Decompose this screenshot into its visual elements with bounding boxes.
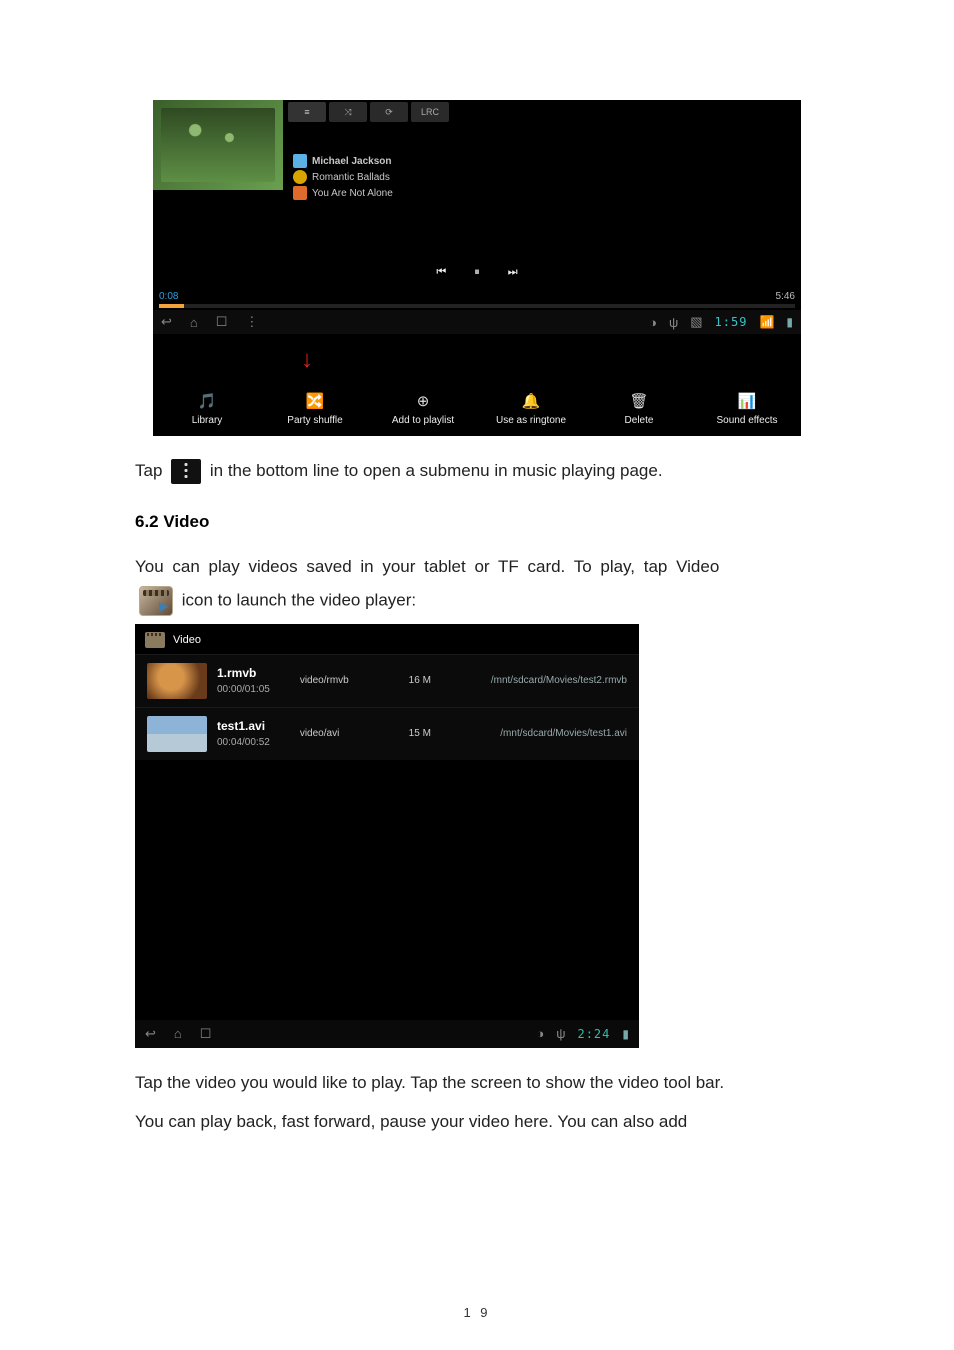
video-app-header: Video bbox=[135, 624, 639, 654]
pointer-arrow: ↓ bbox=[301, 354, 801, 366]
submenu-fx-label: Sound effects bbox=[717, 415, 778, 426]
artist-icon bbox=[293, 154, 307, 168]
submenu-library-label: Library bbox=[192, 415, 223, 426]
music-submenu: 🎵 Library 🔀 Party shuffle ⊕ Add to playl… bbox=[153, 381, 801, 436]
video-duration: 00:00/01:05 bbox=[217, 684, 270, 695]
heading-video: 6.2 Video bbox=[135, 512, 819, 532]
back-icon[interactable]: ↩ bbox=[161, 314, 172, 330]
tab-list-icon[interactable]: ≡ bbox=[288, 102, 326, 122]
track-icon bbox=[293, 186, 307, 200]
paragraph-video-launch: icon to launch the video player: bbox=[135, 586, 819, 616]
add-playlist-icon: ⊕ bbox=[413, 391, 433, 411]
status-sd-icon: ◑ bbox=[536, 1026, 544, 1041]
overflow-icon[interactable]: ⋮ bbox=[245, 314, 258, 330]
recents-icon[interactable]: ☐ bbox=[200, 1026, 212, 1042]
transport-controls: ⏮ ⏸ ⏭ bbox=[153, 266, 801, 285]
next-button[interactable]: ⏭ bbox=[508, 266, 518, 279]
overflow-icon-inline bbox=[171, 459, 201, 484]
status-usb-icon: ψ bbox=[556, 1026, 565, 1041]
submenu-party-shuffle[interactable]: 🔀 Party shuffle bbox=[261, 381, 369, 436]
battery-icon: ▮ bbox=[622, 1027, 629, 1041]
prev-button[interactable]: ⏮ bbox=[436, 266, 446, 279]
recents-icon[interactable]: ☐ bbox=[216, 314, 228, 330]
home-icon[interactable]: ⌂ bbox=[174, 1026, 182, 1041]
page-number: 1 9 bbox=[0, 1305, 954, 1320]
status-debug-icon: ▧ bbox=[690, 314, 702, 330]
party-shuffle-icon: 🔀 bbox=[305, 391, 325, 411]
tab-shuffle-icon[interactable]: ⤨ bbox=[329, 102, 367, 122]
status-usb-icon: ψ bbox=[669, 315, 678, 330]
track-metadata: Michael Jackson Romantic Ballads You Are… bbox=[293, 130, 393, 202]
paragraph-tap-video: Tap the video you would like to play. Ta… bbox=[135, 1070, 819, 1096]
video-header-icon bbox=[145, 632, 165, 648]
time-total: 5:46 bbox=[776, 291, 795, 302]
paragraph-playback: You can play back, fast forward, pause y… bbox=[135, 1109, 819, 1135]
submenu-ring-label: Use as ringtone bbox=[496, 415, 566, 426]
album-icon bbox=[293, 170, 307, 184]
equalizer-icon: 📊 bbox=[737, 391, 757, 411]
album-name: Romantic Ballads bbox=[312, 172, 390, 183]
back-icon[interactable]: ↩ bbox=[145, 1026, 156, 1042]
tab-repeat-icon[interactable]: ⟳ bbox=[370, 102, 408, 122]
video-row[interactable]: 1.rmvb 00:00/01:05 video/rmvb 16 M /mnt/… bbox=[135, 654, 639, 707]
library-icon: 🎵 bbox=[197, 391, 217, 411]
submenu-party-label: Party shuffle bbox=[287, 415, 342, 426]
system-bar: ↩ ⌂ ☐ ⋮ ◑ ψ ▧ 1:59 📶 ▮ bbox=[153, 310, 801, 334]
video-thumbnail bbox=[147, 716, 207, 752]
track-name: You Are Not Alone bbox=[312, 188, 393, 199]
submenu-delete[interactable]: 🗑 Delete bbox=[585, 381, 693, 436]
video-mime: video/rmvb bbox=[300, 675, 349, 686]
album-art bbox=[153, 100, 283, 190]
tab-lrc[interactable]: LRC bbox=[411, 102, 449, 122]
video-path: /mnt/sdcard/Movies/test1.avi bbox=[500, 728, 627, 739]
video-size: 16 M bbox=[409, 675, 431, 686]
artist-name: Michael Jackson bbox=[312, 156, 391, 167]
wifi-icon: 📶 bbox=[759, 315, 774, 329]
progress-area: 0:08 5:46 bbox=[153, 287, 801, 310]
video-path: /mnt/sdcard/Movies/test2.rmvb bbox=[491, 675, 627, 686]
music-player-screenshot: ≡ ⤨ ⟳ LRC Michael Jackson Romantic Balla… bbox=[153, 100, 801, 436]
status-clock: 2:24 bbox=[577, 1027, 610, 1041]
system-bar: ↩ ⌂ ☐ ◑ ψ 2:24 ▮ bbox=[135, 1020, 639, 1048]
text-tap-pre: Tap bbox=[135, 461, 167, 480]
video-app-title: Video bbox=[173, 634, 201, 646]
text-tap-post: in the bottom line to open a submenu in … bbox=[210, 461, 663, 480]
video-mime: video/avi bbox=[300, 728, 339, 739]
pause-button[interactable]: ⏸ bbox=[474, 266, 480, 279]
battery-icon: ▮ bbox=[786, 315, 793, 329]
video-duration: 00:04/00:52 bbox=[217, 737, 270, 748]
video-row[interactable]: test1.avi 00:04/00:52 video/avi 15 M /mn… bbox=[135, 707, 639, 760]
submenu-sound-effects[interactable]: 📊 Sound effects bbox=[693, 381, 801, 436]
progress-bar[interactable] bbox=[159, 304, 795, 308]
video-list-empty-area bbox=[135, 760, 639, 1020]
video-size: 15 M bbox=[409, 728, 431, 739]
submenu-add-label: Add to playlist bbox=[392, 415, 454, 426]
submenu-add-playlist[interactable]: ⊕ Add to playlist bbox=[369, 381, 477, 436]
submenu-ringtone[interactable]: 🔔 Use as ringtone bbox=[477, 381, 585, 436]
video-thumbnail bbox=[147, 663, 207, 699]
paragraph-video-intro: You can play videos saved in your tablet… bbox=[135, 554, 819, 580]
status-clock: 1:59 bbox=[715, 315, 748, 329]
text-icon-launch: icon to launch the video player: bbox=[182, 590, 416, 609]
time-elapsed: 0:08 bbox=[159, 291, 178, 302]
video-list-screenshot: Video 1.rmvb 00:00/01:05 video/rmvb 16 M… bbox=[135, 624, 639, 1048]
status-sd-icon: ◑ bbox=[649, 315, 657, 330]
ringtone-icon: 🔔 bbox=[521, 391, 541, 411]
video-name: 1.rmvb bbox=[217, 666, 270, 680]
submenu-library[interactable]: 🎵 Library bbox=[153, 381, 261, 436]
music-tabs: ≡ ⤨ ⟳ LRC bbox=[288, 102, 452, 122]
submenu-del-label: Delete bbox=[625, 415, 654, 426]
delete-icon: 🗑 bbox=[629, 391, 649, 411]
video-name: test1.avi bbox=[217, 719, 270, 733]
home-icon[interactable]: ⌂ bbox=[190, 315, 198, 330]
video-app-icon bbox=[139, 586, 173, 616]
paragraph-submenu: Tap in the bottom line to open a submenu… bbox=[135, 458, 819, 484]
